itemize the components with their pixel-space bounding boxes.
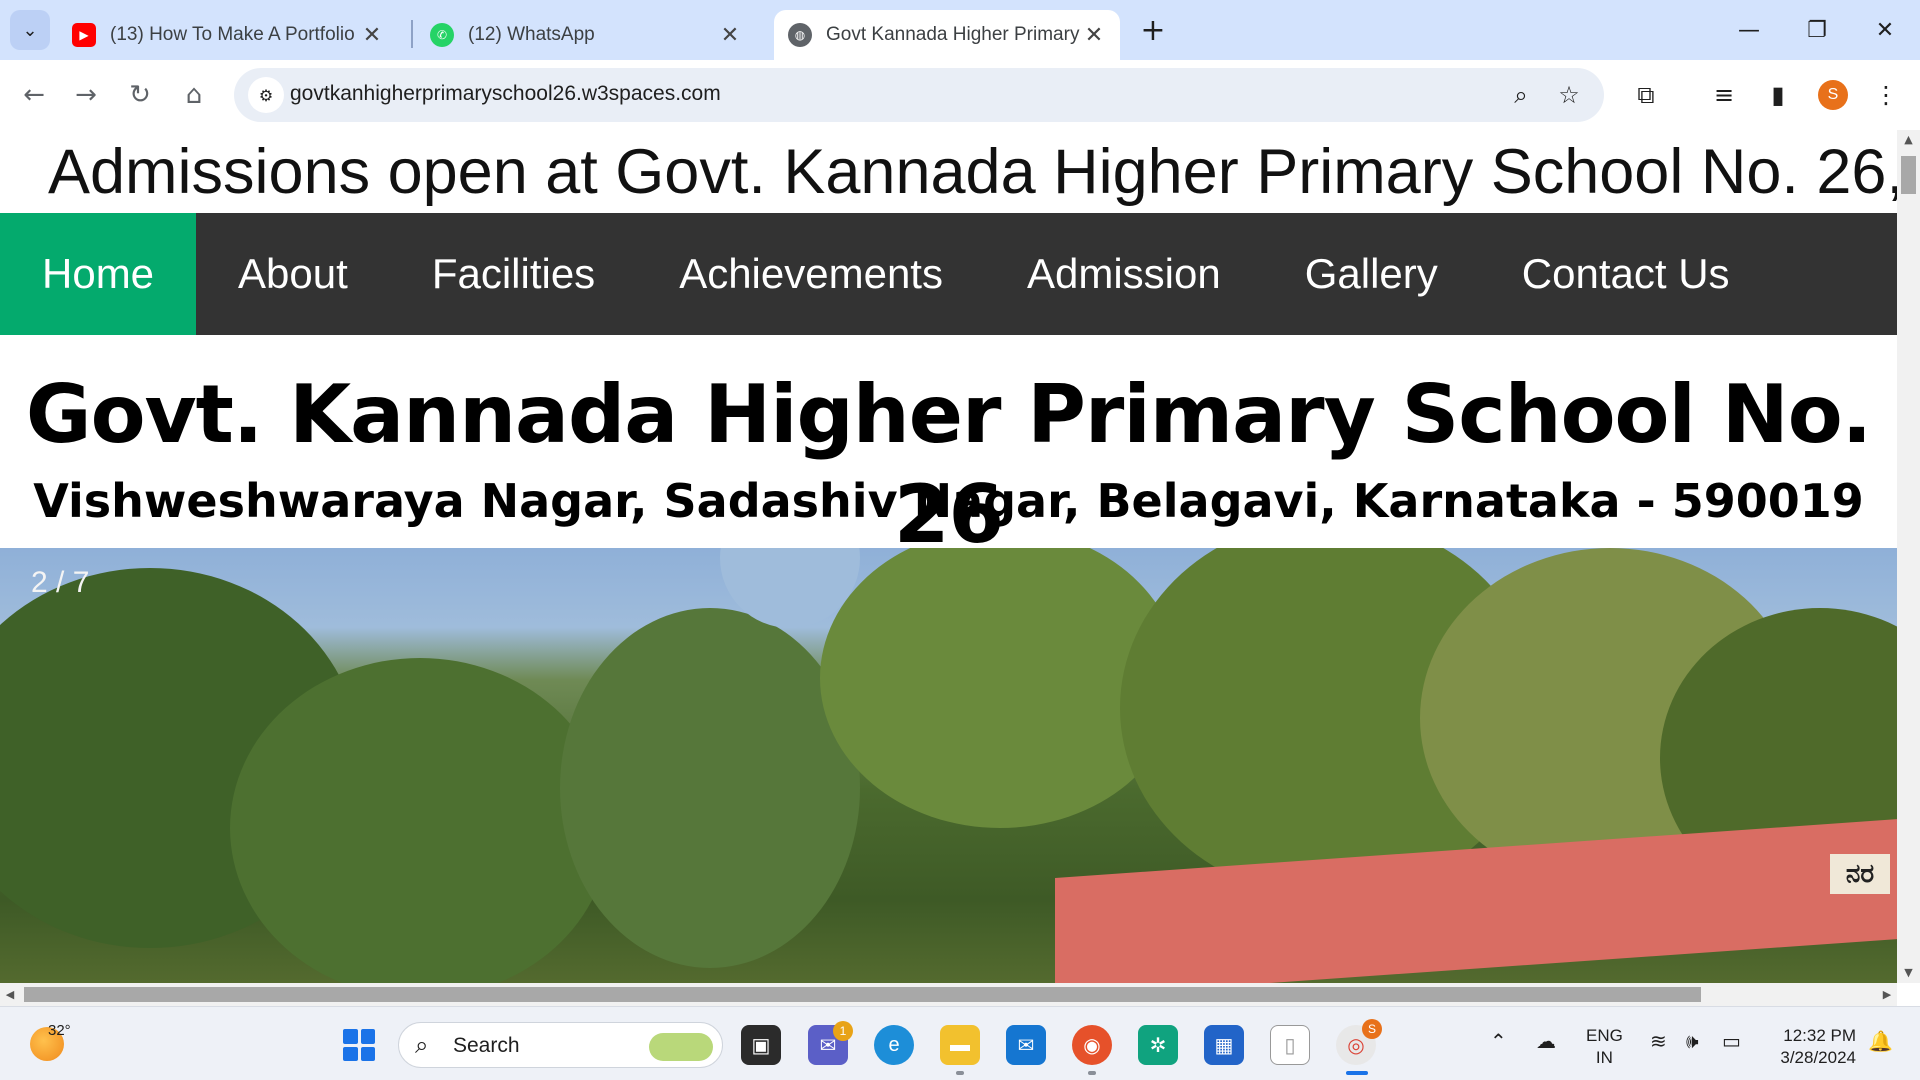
system-clock[interactable]: 12:32 PM 3/28/2024 — [1762, 1025, 1856, 1069]
clock-date: 3/28/2024 — [1780, 1048, 1856, 1067]
nav-admission[interactable]: Admission — [985, 213, 1263, 335]
volume-icon[interactable]: 🕪 — [1686, 1029, 1699, 1053]
youtube-icon: ▶ — [72, 23, 96, 47]
bookmark-star-icon[interactable]: ☆ — [1554, 80, 1584, 110]
lang-code: ENG — [1586, 1026, 1623, 1045]
browser-toolbar: ← → ↻ ⌂ ⚙ govtkanhigherprimaryschool26.w… — [0, 60, 1920, 130]
show-hidden-icons-chevron-icon[interactable]: ⌃ — [1490, 1029, 1507, 1053]
running-indicator — [956, 1071, 964, 1075]
browser-chrome: ⌄ ▶ (13) How To Make A Portfolio W ✕ ✆ (… — [0, 0, 1920, 130]
lang-region: IN — [1595, 1048, 1613, 1067]
chatgpt-icon[interactable]: ✲ — [1138, 1025, 1178, 1065]
scroll-left-arrow[interactable]: ◀ — [0, 983, 20, 1006]
edge-icon[interactable]: e — [874, 1025, 914, 1065]
firefox-icon[interactable]: ◉ — [1072, 1025, 1112, 1065]
horizontal-scrollbar[interactable]: ◀ ▶ — [0, 983, 1897, 1006]
slide-counter: 2 / 7 — [31, 566, 90, 599]
site-info-icon[interactable]: ⚙ — [248, 77, 284, 113]
windows-taskbar: 32° ⌕ Search ▣ ✉ 1 e ▬ ✉ ◉ ✲ ▦ ▯ ◎ S ⌃ ☁… — [0, 1006, 1920, 1080]
tree-canopy — [230, 658, 610, 983]
clock-time: 12:32 PM — [1783, 1026, 1856, 1045]
running-indicator — [1088, 1071, 1096, 1075]
profile-avatar[interactable]: S — [1818, 80, 1848, 110]
tree-canopy — [560, 608, 860, 968]
zoom-icon[interactable]: ⌕ — [1506, 80, 1536, 110]
school-address: Vishweshwaraya Nagar, Sadashiv Nagar, Be… — [33, 474, 1864, 528]
address-bar[interactable]: ⚙ govtkanhigherprimaryschool26.w3spaces.… — [234, 68, 1604, 122]
close-tab-icon[interactable]: ✕ — [1082, 22, 1106, 48]
taskbar-search[interactable]: ⌕ Search — [398, 1022, 723, 1068]
close-tab-icon[interactable]: ✕ — [718, 22, 742, 48]
nav-gallery[interactable]: Gallery — [1263, 213, 1480, 335]
restore-button[interactable]: ❐ — [1792, 10, 1842, 50]
scroll-right-arrow[interactable]: ▶ — [1877, 983, 1897, 1006]
language-indicator[interactable]: ENG IN — [1586, 1025, 1623, 1069]
close-window-button[interactable]: ✕ — [1860, 10, 1910, 50]
slideshow-image: ನರ 2 / 7 — [0, 548, 1897, 983]
whatsapp-icon: ✆ — [430, 23, 454, 47]
mail-icon[interactable]: ✉ — [1006, 1025, 1046, 1065]
scroll-up-arrow[interactable]: ▲ — [1897, 130, 1920, 150]
scroll-down-arrow[interactable]: ▼ — [1897, 963, 1920, 983]
vertical-scrollbar[interactable]: ▲ ▼ — [1897, 130, 1920, 983]
nav-facilities[interactable]: Facilities — [390, 213, 637, 335]
teams-badge: 1 — [833, 1021, 853, 1041]
tab-youtube[interactable]: ▶ (13) How To Make A Portfolio W ✕ — [58, 10, 398, 60]
tab-school-site[interactable]: ◍ Govt Kannada Higher Primary S ✕ — [774, 10, 1120, 60]
tab-title: (12) WhatsApp — [468, 24, 595, 45]
globe-icon: ◍ — [788, 23, 812, 47]
side-panel-icon[interactable]: ▮ — [1760, 77, 1796, 113]
tab-title: Govt Kannada Higher Primary S — [826, 24, 1082, 45]
main-navbar: Home About Facilities Achievements Admis… — [0, 213, 1897, 335]
notification-bell-icon[interactable]: 🔔 — [1868, 1029, 1893, 1053]
school-name-heading: Govt. Kannada Higher Primary School No. … — [25, 368, 1872, 561]
blank-file-icon[interactable]: ▯ — [1270, 1025, 1310, 1065]
minimize-button[interactable]: — — [1724, 10, 1774, 50]
file-explorer-icon[interactable]: ▬ — [940, 1025, 980, 1065]
weather-temp[interactable]: 32° — [48, 1022, 71, 1039]
reload-button[interactable]: ↻ — [120, 75, 160, 115]
nav-achievements[interactable]: Achievements — [637, 213, 985, 335]
search-placeholder: Search — [453, 1034, 520, 1057]
new-tab-button[interactable]: + — [1135, 12, 1171, 48]
tab-strip: ⌄ ▶ (13) How To Make A Portfolio W ✕ ✆ (… — [0, 0, 1920, 60]
active-app-indicator — [1346, 1071, 1368, 1075]
menu-kebab-icon[interactable]: ⋮ — [1868, 77, 1904, 113]
battery-icon[interactable]: ▭ — [1722, 1029, 1741, 1053]
horizontal-scroll-thumb[interactable] — [24, 987, 1701, 1002]
onedrive-cloud-icon[interactable]: ☁ — [1536, 1029, 1556, 1053]
task-view-icon[interactable]: ▣ — [741, 1025, 781, 1065]
page-viewport: Admissions open at Govt. Kannada Higher … — [0, 130, 1897, 983]
tab-separator — [411, 20, 413, 48]
nav-contact-us[interactable]: Contact Us — [1480, 213, 1772, 335]
nav-about[interactable]: About — [196, 213, 390, 335]
tab-title: (13) How To Make A Portfolio W — [110, 24, 360, 45]
forward-button[interactable]: → — [66, 75, 106, 115]
search-icon: ⌕ — [415, 1031, 429, 1059]
tab-whatsapp[interactable]: ✆ (12) WhatsApp ✕ — [416, 10, 756, 60]
wall-sign: ನರ — [1830, 854, 1890, 894]
close-tab-icon[interactable]: ✕ — [360, 22, 384, 48]
chrome-profile-badge: S — [1362, 1019, 1382, 1039]
back-button[interactable]: ← — [14, 75, 54, 115]
windows-start-button[interactable] — [343, 1029, 375, 1061]
extensions-icon[interactable]: ⧉ — [1628, 77, 1664, 113]
microsoft-store-icon[interactable]: ▦ — [1204, 1025, 1244, 1065]
url-text[interactable]: govtkanhigherprimaryschool26.w3spaces.co… — [290, 82, 721, 106]
tab-search-button[interactable]: ⌄ — [10, 10, 50, 50]
wifi-icon[interactable]: ≋ — [1650, 1029, 1667, 1053]
media-controls-icon[interactable]: ≡ — [1706, 77, 1742, 113]
home-button[interactable]: ⌂ — [174, 75, 214, 115]
admissions-marquee: Admissions open at Govt. Kannada Higher … — [48, 137, 1897, 207]
nav-home[interactable]: Home — [0, 213, 197, 335]
vertical-scroll-thumb[interactable] — [1901, 156, 1916, 194]
search-highlight-image — [649, 1033, 713, 1061]
